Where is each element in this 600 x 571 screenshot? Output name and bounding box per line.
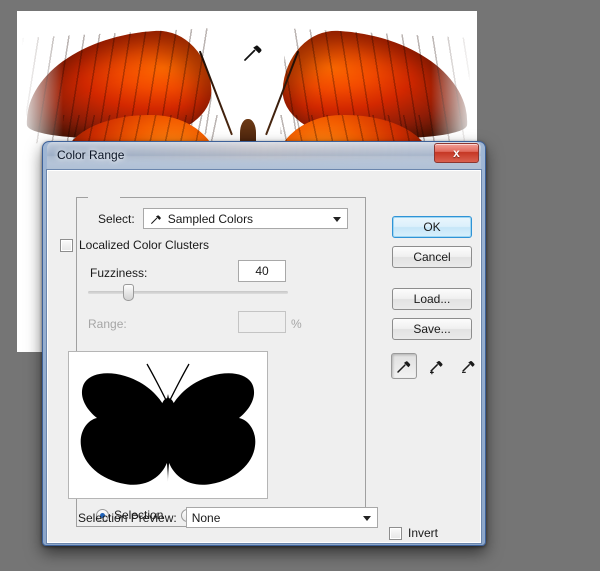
selection-preview-dropdown[interactable]: None bbox=[185, 507, 378, 528]
eyedropper-add-tool-button[interactable] bbox=[423, 353, 449, 379]
mask-preview[interactable] bbox=[68, 351, 268, 499]
select-dropdown[interactable]: Sampled Colors bbox=[142, 208, 348, 229]
fuzziness-input[interactable]: 40 bbox=[238, 260, 286, 282]
localized-color-clusters-checkbox[interactable] bbox=[60, 238, 73, 252]
close-button[interactable]: x bbox=[434, 143, 479, 163]
invert-label: Invert bbox=[408, 526, 439, 540]
invert-row[interactable]: Invert bbox=[389, 526, 438, 540]
dialog-body: Select: Sampled Colors Localized Color C… bbox=[46, 169, 482, 544]
select-label: Select: bbox=[98, 211, 135, 226]
close-icon: x bbox=[453, 146, 460, 160]
range-unit-label: % bbox=[291, 317, 302, 331]
cancel-button[interactable]: Cancel bbox=[392, 246, 472, 268]
fuzziness-label: Fuzziness: bbox=[90, 266, 148, 280]
select-row: Select: Sampled Colors bbox=[98, 208, 348, 229]
range-label: Range: bbox=[88, 317, 127, 331]
eyedropper-plus-icon bbox=[430, 360, 443, 375]
chevron-down-icon bbox=[362, 515, 371, 521]
color-range-dialog[interactable]: Color Range x Select: Sampled Colors Loc… bbox=[42, 141, 486, 546]
eyedropper-minus-icon bbox=[462, 360, 475, 373]
localized-color-clusters-label: Localized Color Clusters bbox=[79, 238, 210, 252]
dialog-title: Color Range bbox=[57, 148, 125, 162]
selection-preview-label: Selection Preview: bbox=[78, 510, 177, 525]
range-input bbox=[238, 311, 286, 333]
eyedropper-icon bbox=[397, 361, 411, 373]
selection-preview-value: None bbox=[191, 510, 221, 525]
groupbox-notch bbox=[88, 191, 120, 205]
eyedropper-tool-group bbox=[391, 353, 481, 379]
butterfly-mask-silhouette bbox=[69, 352, 267, 498]
screen: Color Range x Select: Sampled Colors Loc… bbox=[0, 0, 600, 571]
selection-preview-row: Selection Preview: None bbox=[78, 507, 378, 528]
fuzziness-slider[interactable] bbox=[88, 284, 288, 301]
eyedropper-icon bbox=[149, 212, 163, 226]
ok-button[interactable]: OK bbox=[392, 216, 472, 238]
eyedropper-tool-button[interactable] bbox=[391, 353, 417, 379]
invert-checkbox[interactable] bbox=[389, 526, 402, 540]
select-value: Sampled Colors bbox=[167, 211, 254, 226]
chevron-down-icon bbox=[332, 216, 341, 222]
localized-color-clusters-row[interactable]: Localized Color Clusters bbox=[60, 238, 209, 252]
save-button[interactable]: Save... bbox=[392, 318, 472, 340]
dialog-titlebar[interactable]: Color Range x bbox=[47, 142, 481, 170]
eyedropper-subtract-tool-button[interactable] bbox=[455, 353, 481, 379]
fuzziness-slider-thumb[interactable] bbox=[123, 284, 134, 301]
load-button[interactable]: Load... bbox=[392, 288, 472, 310]
